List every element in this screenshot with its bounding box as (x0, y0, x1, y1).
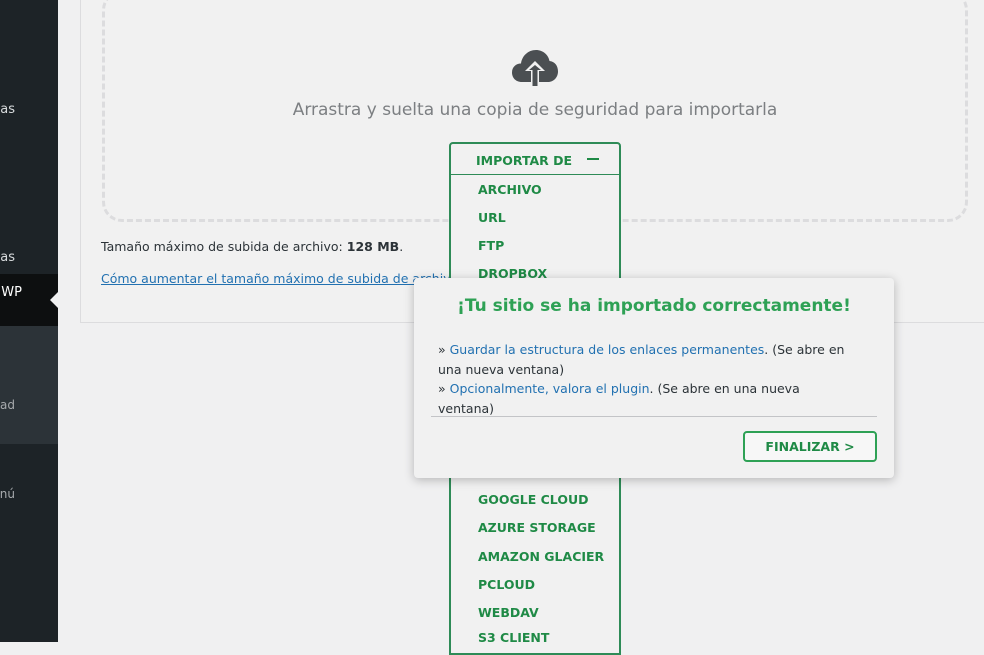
sidebar-item-all-in-one-wp[interactable]: All-in-One WP (0, 285, 22, 300)
import-from-button[interactable]: IMPORTAR DE (449, 142, 621, 176)
modal-line-rate: » Opcionalmente, valora el plugin. (Se a… (438, 379, 858, 418)
import-option-url[interactable]: URL (478, 210, 506, 225)
increase-upload-link[interactable]: Cómo aumentar el tamaño máximo de subida… (101, 271, 458, 286)
import-option-archivo[interactable]: ARCHIVO (478, 182, 542, 197)
rate-plugin-link[interactable]: Opcionalmente, valora el plugin (450, 381, 650, 396)
max-upload-suffix: . (399, 239, 404, 254)
import-option-pcloud[interactable]: PCLOUD (478, 577, 535, 592)
sidebar-item-cerrar-menu[interactable]: Cerrar menú (0, 487, 15, 501)
max-upload-info: Tamaño máximo de subida de archivo: 128 … (101, 239, 403, 254)
max-upload-label: Tamaño máximo de subida de archivo: (101, 239, 343, 254)
finish-button[interactable]: FINALIZAR > (743, 431, 877, 462)
import-success-modal: ¡Tu sitio se ha importado correctamente!… (414, 278, 894, 478)
import-option-google-cloud[interactable]: GOOGLE CLOUD (478, 492, 588, 507)
sidebar-item-herramientas[interactable]: Herramientas (0, 250, 15, 265)
sidebar-subitem-copias[interactable]: Copias de seguridad (0, 398, 15, 412)
modal-divider (431, 416, 877, 417)
modal-body: » Guardar la estructura de los enlaces p… (438, 340, 858, 418)
sidebar-item-entradas[interactable]: Entradas (0, 102, 15, 117)
modal-line-permalinks: » Guardar la estructura de los enlaces p… (438, 340, 858, 379)
import-from-label: IMPORTAR DE (476, 153, 573, 168)
save-permalinks-link[interactable]: Guardar la estructura de los enlaces per… (450, 342, 765, 357)
cloud-upload-icon (512, 50, 558, 88)
import-option-amazon-glacier[interactable]: AMAZON GLACIER (478, 549, 604, 564)
modal-title: ¡Tu sitio se ha importado correctamente! (457, 296, 851, 316)
import-option-ftp[interactable]: FTP (478, 238, 504, 253)
max-upload-value: 128 MB (346, 239, 400, 254)
import-option-s3-client[interactable]: S3 CLIENT (478, 630, 549, 645)
current-menu-arrow (50, 292, 58, 308)
admin-sidebar: Entradas Herramientas All-in-One WP Copi… (0, 0, 58, 642)
bullet: » (438, 381, 450, 396)
bullet: » (438, 342, 450, 357)
sidebar-submenu: Copias de seguridad (0, 326, 58, 444)
import-option-webdav[interactable]: WEBDAV (478, 605, 539, 620)
import-option-azure-storage[interactable]: AZURE STORAGE (478, 520, 596, 535)
dropzone-text: Arrastra y suelta una copia de seguridad… (292, 100, 778, 120)
minus-icon (587, 158, 599, 160)
